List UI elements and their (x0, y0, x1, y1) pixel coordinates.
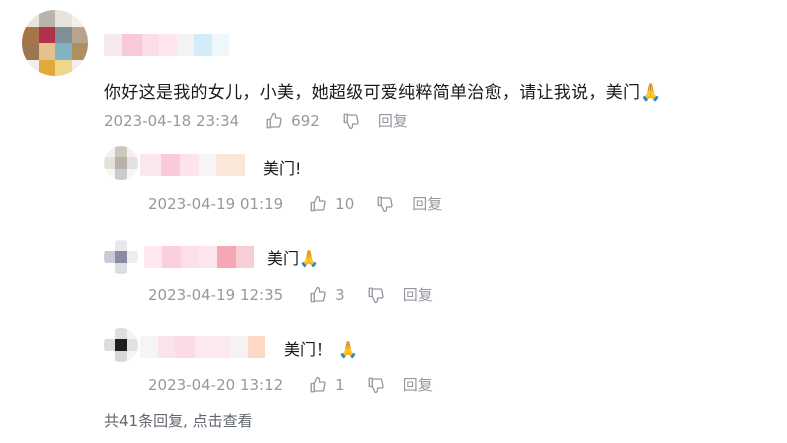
reply-avatar[interactable] (104, 328, 138, 362)
thumbs-down-icon (377, 196, 393, 212)
dislike-button[interactable] (376, 195, 394, 213)
reply-text: 美门🙏 (267, 245, 319, 269)
reply-meta: 2023-04-19 01:19 10 回复 (148, 193, 442, 214)
thumbs-up-icon (310, 195, 326, 211)
like-button[interactable]: 10 (309, 195, 354, 213)
comment-text-body: 你好这是我的女儿，小美，她超级可爱纯粹简单治愈，请让我说，美门 (104, 83, 641, 103)
reply-avatar[interactable] (104, 146, 138, 180)
avatar[interactable] (22, 10, 88, 76)
timestamp: 2023-04-19 12:35 (148, 285, 284, 304)
reply-meta: 2023-04-19 12:35 3 回复 (148, 284, 433, 305)
thumbs-down-icon (368, 287, 384, 303)
like-button[interactable]: 692 (265, 112, 320, 130)
reply-username[interactable] (140, 154, 245, 176)
username[interactable] (104, 34, 229, 56)
reply-username[interactable] (144, 246, 254, 268)
pray-emoji: 🙏 (338, 340, 358, 359)
comment-text: 你好这是我的女儿，小美，她超级可爱纯粹简单治愈，请让我说，美门🙏 (104, 78, 662, 103)
reply-button[interactable]: 回复 (378, 110, 408, 131)
thumbs-up-icon (310, 376, 326, 392)
reply-button[interactable]: 回复 (403, 284, 433, 305)
timestamp: 2023-04-20 13:12 (148, 375, 284, 394)
reply-text-body: 美门 (267, 249, 300, 268)
reply-text: 美门！ 🙏 (284, 336, 358, 360)
reply-meta: 2023-04-20 13:12 1 回复 (148, 374, 433, 395)
like-button[interactable]: 1 (309, 376, 345, 394)
dislike-button[interactable] (367, 376, 385, 394)
like-count: 1 (335, 375, 345, 394)
thumbs-down-icon (343, 113, 359, 129)
reply-avatar[interactable] (104, 240, 138, 274)
like-button[interactable]: 3 (309, 286, 345, 304)
thumbs-up-icon (310, 286, 326, 302)
comment-meta: 2023-04-18 23:34 692 回复 (104, 110, 408, 131)
reply-button[interactable]: 回复 (403, 374, 433, 395)
pray-emoji: 🙏 (299, 249, 319, 268)
reply-username[interactable] (140, 336, 265, 358)
more-replies-link[interactable]: 共41条回复, 点击查看 (104, 410, 253, 431)
dislike-button[interactable] (342, 112, 360, 130)
like-count: 10 (335, 194, 355, 213)
like-count: 692 (291, 111, 320, 130)
timestamp: 2023-04-19 01:19 (148, 194, 284, 213)
reply-text: 美门! (263, 155, 301, 179)
timestamp: 2023-04-18 23:34 (104, 111, 240, 130)
reply-button[interactable]: 回复 (412, 193, 442, 214)
pray-emoji: 🙏 (640, 83, 662, 103)
thumbs-down-icon (368, 377, 384, 393)
reply-text-body: 美门! (263, 159, 302, 178)
like-count: 3 (335, 285, 345, 304)
thumbs-up-icon (266, 112, 282, 128)
dislike-button[interactable] (367, 286, 385, 304)
reply-text-body: 美门！ (284, 340, 333, 359)
